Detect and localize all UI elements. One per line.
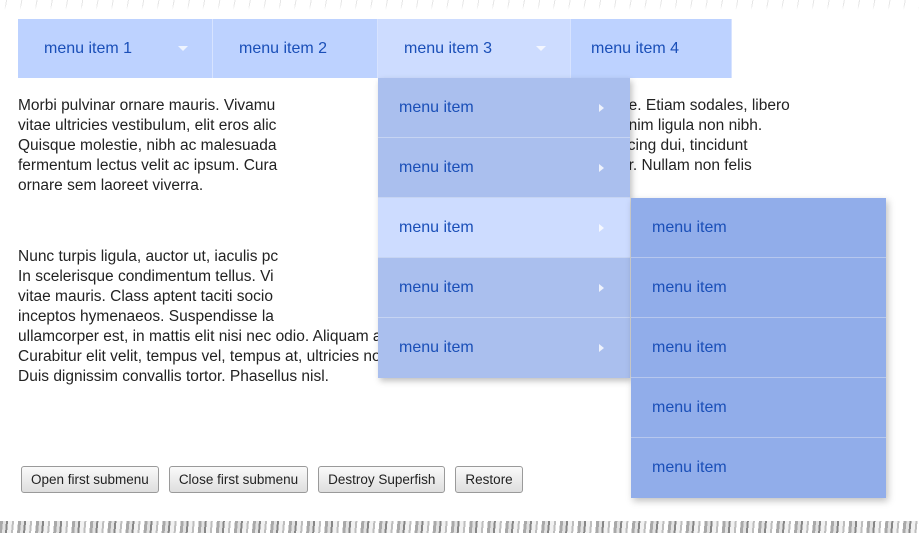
torn-top-edge bbox=[0, 0, 919, 10]
submenu-item-label: menu item bbox=[652, 278, 727, 296]
menu-item-4-label: menu item 4 bbox=[591, 39, 680, 57]
chevron-right-icon bbox=[599, 344, 604, 352]
restore-superfish-button[interactable]: Restore bbox=[455, 466, 523, 493]
menu-item-2[interactable]: menu item 2 bbox=[213, 19, 378, 78]
dropdown-item-label: menu item bbox=[399, 278, 474, 296]
main-menu-bar: menu item 1 menu item 2 menu item 3 menu… bbox=[18, 19, 732, 78]
submenu-item[interactable]: menu item bbox=[631, 258, 886, 318]
paragraph-1-right-fragment: de. Etiam sodales, libero enim ligula no… bbox=[620, 96, 919, 176]
close-first-submenu-button[interactable]: Close first submenu bbox=[168, 466, 309, 493]
submenu-item-label: menu item bbox=[652, 338, 727, 356]
text-line: de. Etiam sodales, libero bbox=[620, 97, 790, 114]
menu-item-4[interactable]: menu item 4 bbox=[571, 19, 732, 78]
chevron-down-icon bbox=[178, 46, 188, 51]
menu-item-1-label: menu item 1 bbox=[44, 39, 133, 57]
menu-item-3[interactable]: menu item 3 bbox=[378, 19, 571, 78]
submenu-item[interactable]: menu item bbox=[631, 438, 886, 498]
menu-item-3-label: menu item 3 bbox=[404, 39, 493, 57]
dropdown-item[interactable]: menu item bbox=[378, 318, 630, 378]
dropdown-item[interactable]: menu item bbox=[378, 78, 630, 138]
chevron-down-icon bbox=[536, 46, 546, 51]
torn-bottom-edge bbox=[0, 517, 919, 540]
dropdown-item-label: menu item bbox=[399, 339, 474, 356]
menu-item-2-label: menu item 2 bbox=[239, 39, 328, 57]
menu-item-1[interactable]: menu item 1 bbox=[18, 19, 213, 78]
text-line: enim ligula non nibh. bbox=[620, 117, 763, 134]
menu-item-3-dropdown: menu item menu item menu item menu item … bbox=[378, 78, 630, 378]
destroy-superfish-button[interactable]: Destroy Superfish bbox=[318, 466, 446, 493]
submenu-item-label: menu item bbox=[652, 459, 727, 476]
nested-submenu: menu item menu item menu item menu item … bbox=[631, 198, 886, 498]
text-line: scing dui, tincidunt bbox=[620, 137, 748, 154]
submenu-item[interactable]: menu item bbox=[631, 378, 886, 438]
text-line: or. Nullam non felis bbox=[620, 157, 752, 174]
dropdown-item-label: menu item bbox=[399, 218, 474, 236]
chevron-right-icon bbox=[599, 164, 604, 172]
chevron-right-icon bbox=[599, 284, 604, 292]
dropdown-item-active[interactable]: menu item bbox=[378, 198, 630, 258]
chevron-right-icon bbox=[599, 104, 604, 112]
dropdown-item-label: menu item bbox=[399, 158, 474, 176]
control-buttons: Open first submenu Close first submenu D… bbox=[21, 466, 523, 493]
submenu-item-label: menu item bbox=[652, 398, 727, 416]
open-first-submenu-button[interactable]: Open first submenu bbox=[21, 466, 159, 493]
dropdown-item[interactable]: menu item bbox=[378, 258, 630, 318]
submenu-item-label: menu item bbox=[652, 218, 727, 236]
dropdown-item[interactable]: menu item bbox=[378, 138, 630, 198]
submenu-item[interactable]: menu item bbox=[631, 318, 886, 378]
dropdown-item-label: menu item bbox=[399, 98, 474, 116]
submenu-item[interactable]: menu item bbox=[631, 198, 886, 258]
chevron-right-icon bbox=[599, 224, 604, 232]
